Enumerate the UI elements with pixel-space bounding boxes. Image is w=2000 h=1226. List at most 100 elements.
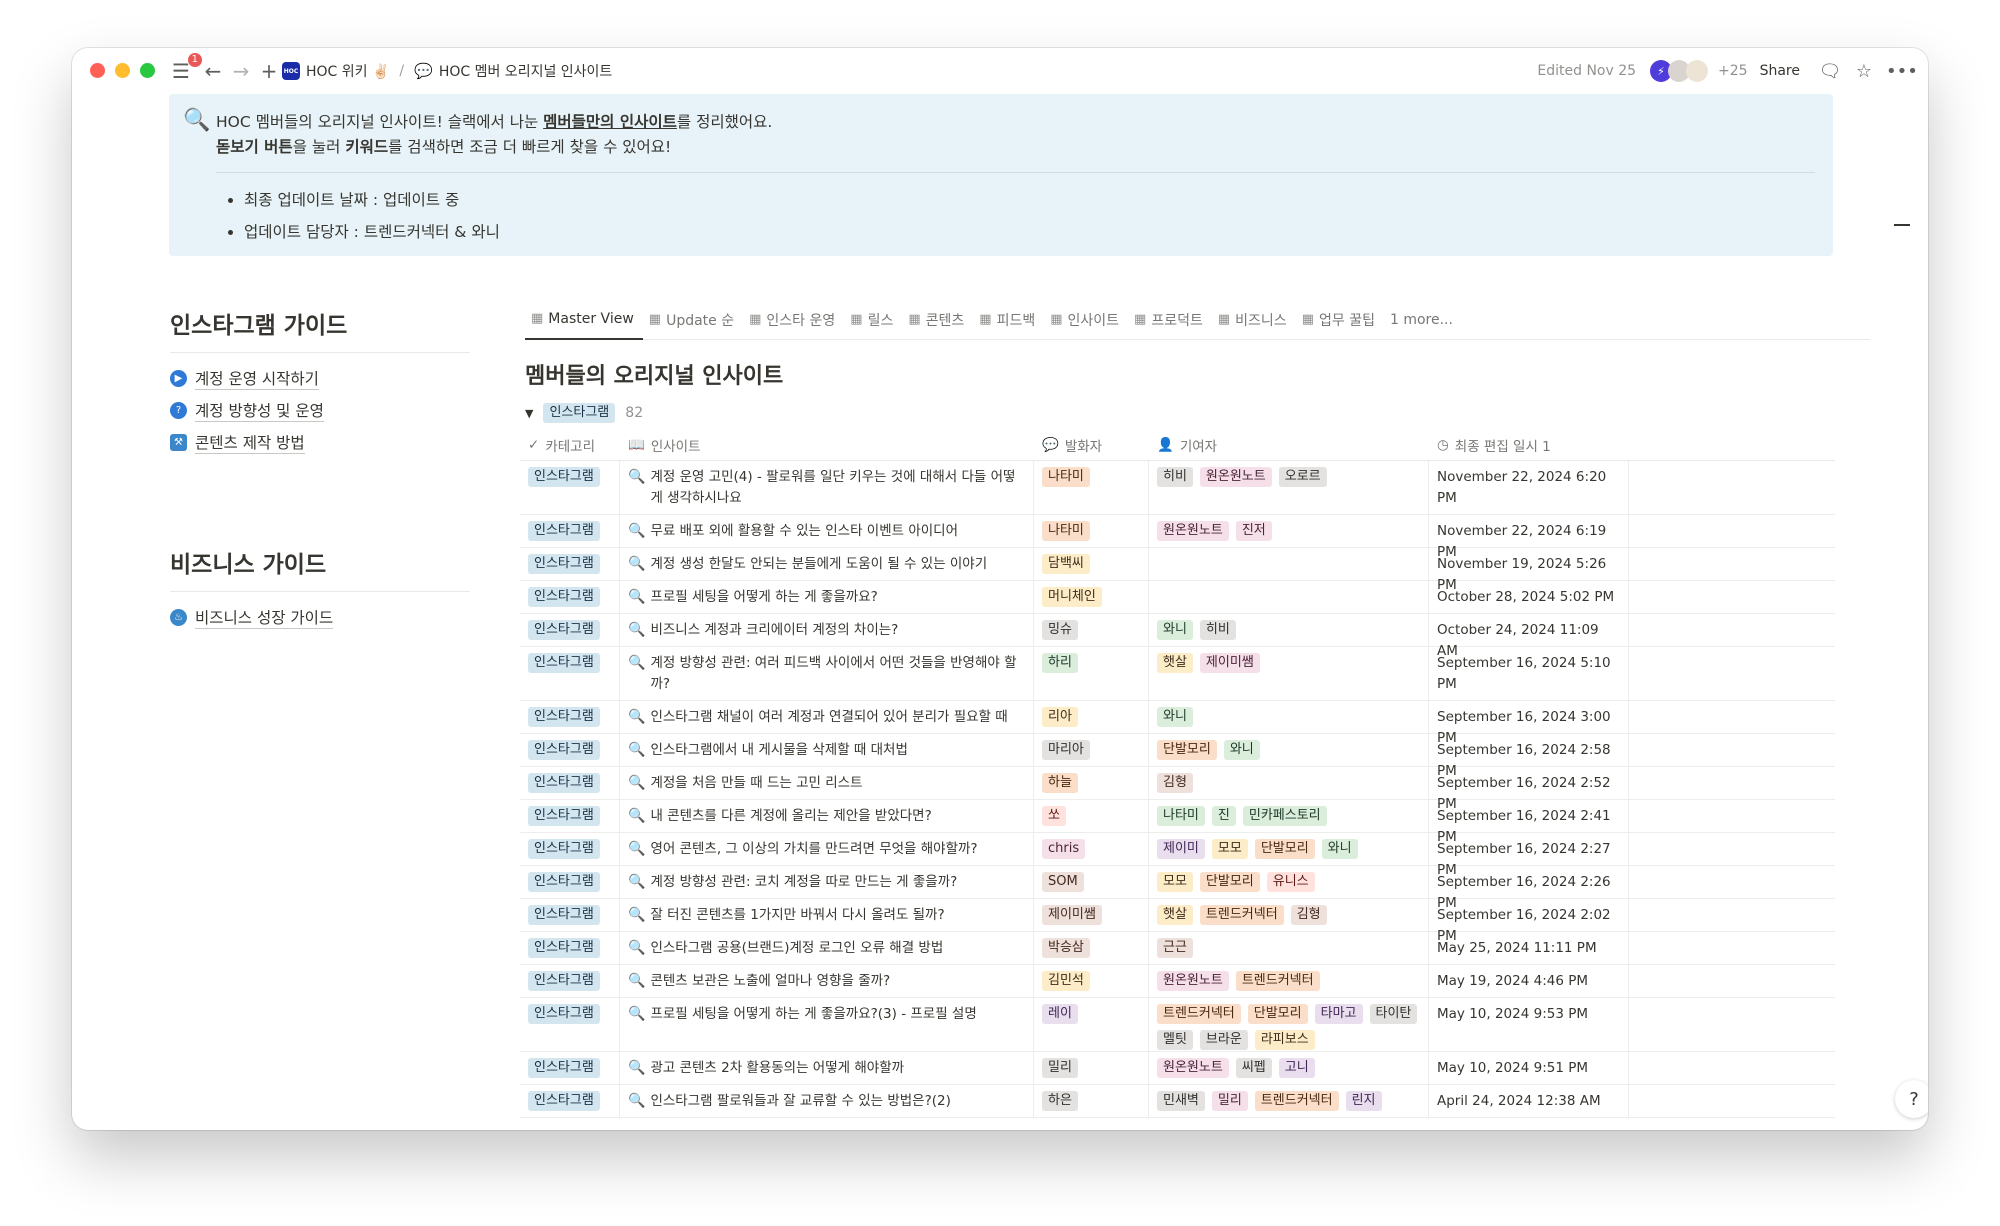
cell-last-edited: September 16, 2024 5:10 PM (1429, 647, 1629, 700)
table-row[interactable]: 인스타그램🔍프로필 세팅을 어떻게 하는 게 좋을까요?머니체인매필니Octob… (520, 581, 1835, 614)
insight-title[interactable]: 프로필 세팅을 어떻게 하는 게 좋을까요? (650, 587, 877, 609)
book-icon: 📖 (628, 436, 645, 453)
magnifier-icon: 🔍 (628, 1060, 646, 1076)
table-row[interactable]: 인스타그램 🔍 인스타그램에서 내 게시물을 삭제할 때 대처법 마리아 단발모리 와니 S… (520, 734, 1835, 786)
more-options-icon[interactable]: ••• (1886, 61, 1918, 82)
tab-work-tips[interactable]: ▦ 업무 꿀팁 (1296, 300, 1384, 340)
table-row[interactable]: 인스타그램 🔍 영어 콘텐츠, 그 이상의 가치를 만드려면 무엇을 해야할까? ch… (520, 833, 1835, 885)
help-button[interactable]: ? (1895, 1080, 1928, 1118)
insight-title[interactable]: 콘텐츠 보관은 노출에 얼마나 영향을 줄까? (650, 971, 890, 993)
table-row[interactable]: 인스타그램 🔍 프로필 세팅을 어떻게 하는 게 좋을까요?(3) - 프로필 설명… (520, 998, 1835, 1052)
tab-label: 피드백 (996, 312, 1036, 329)
breadcrumb-item-current-page[interactable]: HOC 멤버 오리지널 인사이트 (439, 61, 612, 81)
cell-insight[interactable]: 🔍 프로필 세팅을 어떻게 하는 게 좋을까요? (620, 581, 1034, 613)
table-row[interactable]: 인스타그램 🔍 계정 운영 고민(4) - 팔로워를 일단 키우는 것에 대해서 다… (520, 461, 1835, 515)
cell-insight[interactable]: 🔍 인스타그램 공용(브랜드)계정 로그인 오류 해결 방법 (620, 932, 1034, 964)
guide-link-content-making[interactable]: ⚒ 콘텐츠 제작 방법 (170, 431, 470, 454)
cell-contributor: 원온원노트 트렌드커넥터 (1149, 965, 1429, 997)
table-row[interactable]: 인스타그램 🔍 계정을 처음 만들 때 드는 고민 리스트 하늘 김형 September… (520, 767, 1835, 819)
table-row[interactable]: 인스타그램 🔍 잘 터진 콘텐츠를 1가지만 바꿔서 다시 올려도 될까? 제이미쌤 햇… (520, 899, 1835, 951)
zoom-window-button[interactable] (140, 63, 155, 78)
tab-reels[interactable]: ▦ 릴스 (844, 300, 902, 340)
category-tag: 인스타그램 (528, 806, 600, 826)
tab-insight[interactable]: ▦ 인사이트 (1044, 300, 1128, 340)
tab-content[interactable]: ▦ 콘텐츠 (902, 300, 973, 340)
star-icon[interactable]: ☆ (1852, 61, 1876, 82)
tab-product[interactable]: ▦ 프로덕트 (1128, 300, 1212, 340)
avatar[interactable] (1686, 60, 1709, 82)
speech-bubbles-icon: 💬 (414, 62, 433, 80)
table-icon: ▦ (908, 312, 921, 327)
table-row[interactable]: 인스타그램 🔍 계정 생성 한달도 안되는 분들에게 도움이 될 수 있는 이야기 담… (520, 548, 1835, 600)
cell-insight[interactable]: 🔍 계정 운영 고민(4) - 팔로워를 일단 키우는 것에 대해서 다들 어떻게… (620, 461, 1034, 514)
column-header-category[interactable]: ✓ 카테고리 (520, 435, 620, 455)
table-row[interactable]: 인스타그램 🔍 비즈니스 계정과 크리에이터 계정의 차이는? 밍슈 와니 히비 Octob… (520, 614, 1835, 666)
forward-arrow-icon[interactable]: → (228, 57, 254, 85)
person-tag: 밀리 (1211, 1091, 1248, 1111)
insight-title[interactable]: 광고 콘텐츠 2차 활용동의는 어떻게 해야할까 (650, 1058, 904, 1080)
insight-title[interactable]: 프로필 세팅을 어떻게 하는 게 좋을까요?(3) - 프로필 설명 (650, 1004, 976, 1047)
sidebar-menu-icon[interactable]: ☰ 1 (168, 53, 202, 85)
hammer-icon: ⚒ (170, 433, 187, 451)
new-page-plus-icon[interactable]: + (256, 57, 282, 85)
cell-insight[interactable]: 🔍 프로필 세팅을 어떻게 하는 게 좋을까요?(3) - 프로필 설명 (620, 998, 1034, 1051)
cell-insight[interactable]: 🔍 인스타그램 팔로워들과 잘 교류할 수 있는 방법은?(2) (620, 1085, 1034, 1117)
table-row[interactable]: 인스타그램 🔍 인스타그램 팔로워들과 잘 교류할 수 있는 방법은?(2) 하은 민새… (520, 1085, 1835, 1118)
tab-feedback[interactable]: ▦ 피드백 (973, 300, 1044, 340)
table-row[interactable]: 인스타그램 🔍 내 콘텐츠를 다른 계정에 올리는 제안을 받았다면? 쏘 나타미 진 민카… (520, 800, 1835, 852)
table-row[interactable]: 인스타그램 🔍 무료 배포 외에 활용할 수 있는 인스타 이벤트 아이디어 나타미 원… (520, 515, 1835, 567)
insight-title[interactable]: 계정 운영 고민(4) - 팔로워를 일단 키우는 것에 대해서 다들 어떻게 … (650, 467, 1027, 510)
table-row[interactable]: 인스타그램 🔍 계정 방향성 관련: 여러 피드백 사이에서 어떤 것들을 반영해야… (520, 647, 1835, 701)
guide-link-start-account[interactable]: ▶ 계정 운영 시작하기 (170, 367, 470, 390)
insight-title[interactable]: 인스타그램 팔로워들과 잘 교류할 수 있는 방법은?(2) (650, 1091, 950, 1113)
column-label: 최종 편집 일시 1 (1454, 438, 1551, 455)
magnifier-icon: 🔍 (628, 469, 646, 485)
category-tag: 인스타그램 (528, 521, 600, 541)
category-tag: 인스타그램 (528, 554, 600, 574)
insight-title[interactable]: 인스타그램 공용(브랜드)계정 로그인 오류 해결 방법 (650, 938, 943, 960)
cell-category: 인스타그램 (520, 1085, 620, 1117)
person-tag: 단발모리 (1157, 740, 1217, 760)
guide-link-business-growth[interactable]: ♨ 비즈니스 성장 가이드 (170, 606, 470, 629)
callout-bullets: 최종 업데이트 날짜 : 업데이트 중 업데이트 담당자 : 트렌드커넥터 & … (244, 190, 500, 254)
share-button[interactable]: Share (1760, 63, 1800, 79)
person-tag: 와니 (1157, 620, 1193, 640)
comment-icon[interactable]: 🗨 (1818, 61, 1842, 82)
collaborator-count[interactable]: +25 (1718, 63, 1748, 79)
column-header-insight[interactable]: 📖 인사이트 (620, 435, 1034, 455)
back-arrow-icon[interactable]: ← (200, 57, 226, 85)
tab-business[interactable]: ▦ 비즈니스 (1212, 300, 1296, 340)
table-row[interactable]: 인스타그램 🔍 광고 콘텐츠 2차 활용동의는 어떻게 해야할까 밀리 원온원노트 씨펩 고… (520, 1052, 1835, 1085)
cell-insight[interactable]: 🔍 광고 콘텐츠 2차 활용동의는 어떻게 해야할까 (620, 1052, 1034, 1084)
cell-speaker: 밀리 (1034, 1052, 1149, 1084)
column-label: 기여자 (1179, 438, 1218, 455)
caret-down-icon[interactable]: ▼ (525, 407, 533, 420)
table-row[interactable]: 인스타그램 🔍 계정 방향성 관련: 코치 계정을 따로 만드는 게 좋을까? SOM… (520, 866, 1835, 918)
database-title[interactable]: 멤버들의 오리지널 인사이트 (525, 358, 783, 390)
column-header-speaker[interactable]: 💬 발화자 (1034, 435, 1149, 455)
column-header-last-edited[interactable]: ◷ 최종 편집 일시 1 (1429, 435, 1629, 455)
group-header[interactable]: ▼ 인스타그램 82 (525, 403, 643, 423)
tab-more[interactable]: 1 more... (1384, 300, 1462, 340)
table-row[interactable]: 인스타그램 🔍 인스타그램 채널이 여러 계정과 연결되어 있어 분리가 필요할 때… (520, 701, 1835, 753)
outline-marker[interactable] (1894, 224, 1910, 226)
cell-insight[interactable]: 🔍 계정 방향성 관련: 여러 피드백 사이에서 어떤 것들을 반영해야 할까? (620, 647, 1034, 700)
cell-speaker: 하리 (1034, 647, 1149, 700)
insight-title[interactable]: 계정 방향성 관련: 여러 피드백 사이에서 어떤 것들을 반영해야 할까? (650, 653, 1027, 696)
column-header-contributor[interactable]: 👤 기여자 (1149, 435, 1429, 455)
cell-insight[interactable]: 🔍 콘텐츠 보관은 노출에 얼마나 영향을 줄까? (620, 965, 1034, 997)
tab-update[interactable]: ▦ Update 순 (643, 300, 743, 340)
magnifier-icon: 🔍 (628, 589, 646, 605)
table-icon: ▦ (1134, 312, 1147, 327)
person-tag: 김민석 (1042, 971, 1090, 991)
guide-link-account-direction[interactable]: ? 계정 방향성 및 운영 (170, 399, 470, 422)
breadcrumb-item-wiki[interactable]: HOC 위키 ✌🏻 (306, 61, 389, 81)
cell-category: 인스타그램 (520, 581, 620, 613)
tab-instagram-ops[interactable]: ▦ 인스타 운영 (743, 300, 844, 340)
table-row[interactable]: 인스타그램 🔍 인스타그램 공용(브랜드)계정 로그인 오류 해결 방법 박승삼 근근 M… (520, 932, 1835, 965)
minimize-window-button[interactable] (115, 63, 130, 78)
close-window-button[interactable] (90, 63, 105, 78)
breadcrumb: HOC HOC 위키 ✌🏻 / 💬 HOC 멤버 오리지널 인사이트 (282, 58, 612, 84)
tab-master-view[interactable]: ▦ Master View (525, 300, 643, 340)
table-row[interactable]: 인스타그램 🔍 콘텐츠 보관은 노출에 얼마나 영향을 줄까? 김민석 원온원노트 트렌드… (520, 965, 1835, 998)
